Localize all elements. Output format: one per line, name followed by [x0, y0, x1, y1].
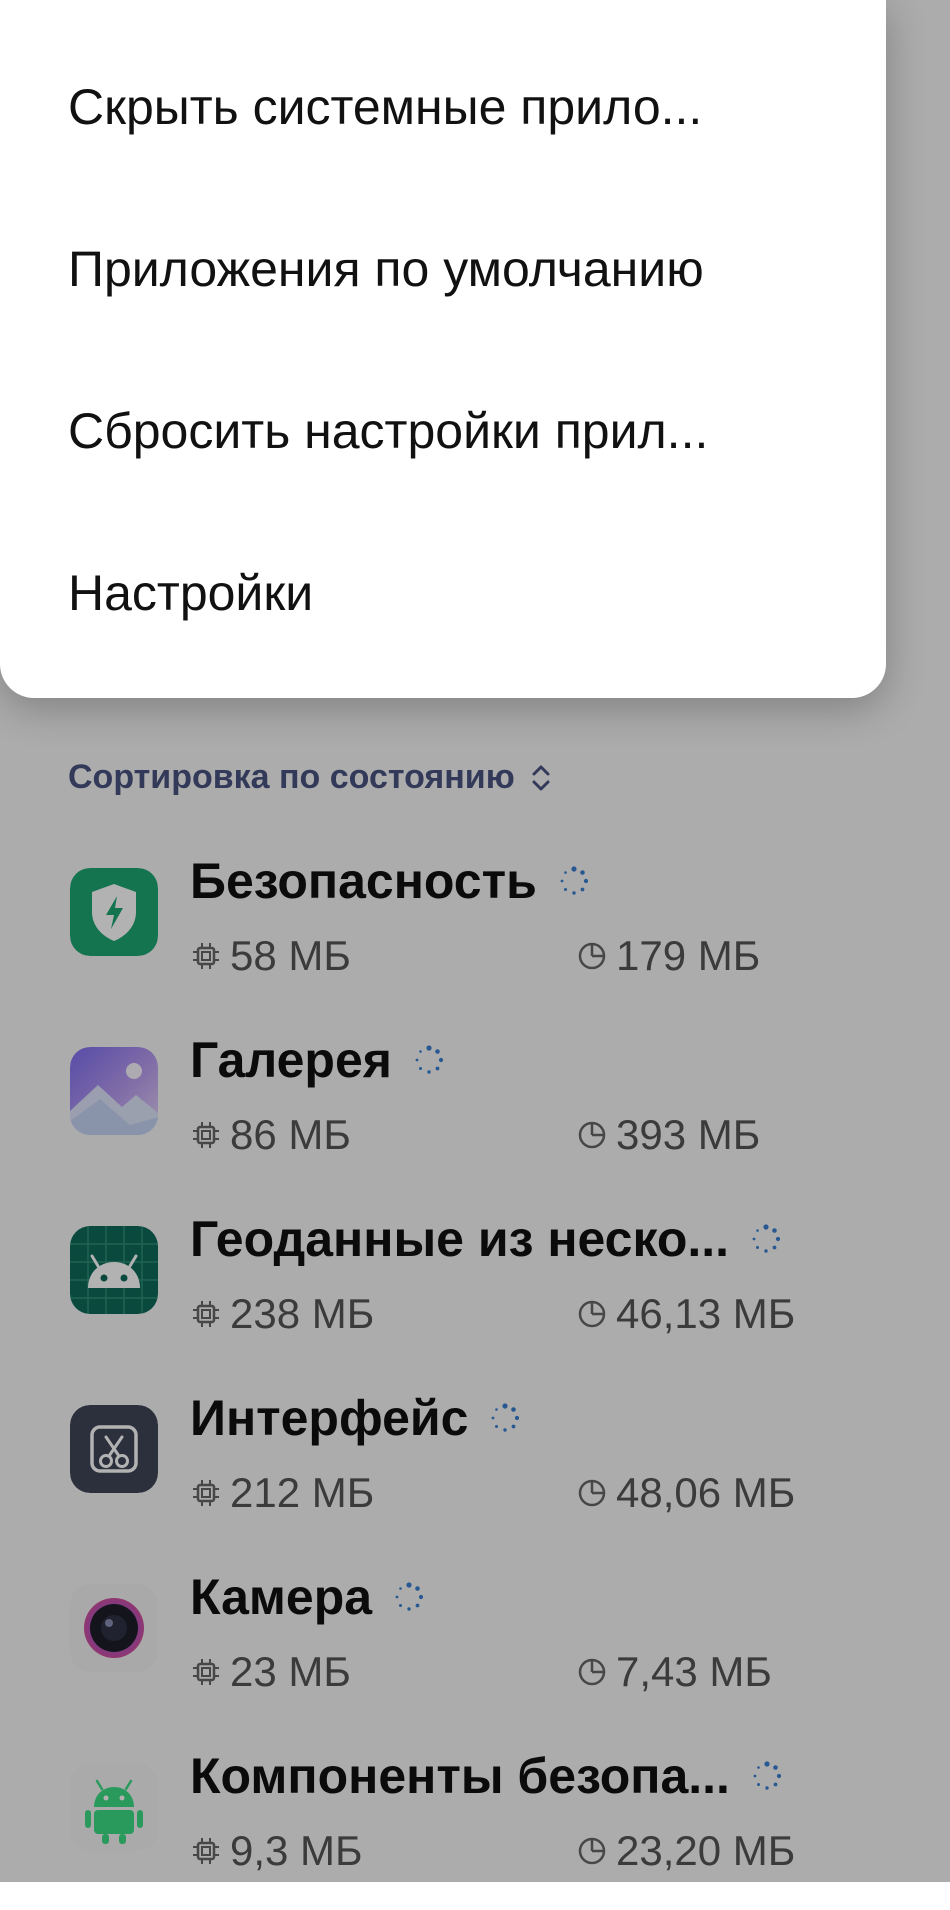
- menu-item-default-apps[interactable]: Приложения по умолчанию: [68, 188, 858, 350]
- menu-item-label: Приложения по умолчанию: [68, 241, 704, 297]
- overflow-menu: Скрыть системные прило... Приложения по …: [0, 0, 886, 698]
- menu-item-reset-app-settings[interactable]: Сбросить настройки прил...: [68, 350, 858, 512]
- menu-item-settings[interactable]: Настройки: [68, 512, 858, 674]
- menu-item-label: Скрыть системные прило...: [68, 79, 703, 135]
- menu-item-label: Настройки: [68, 565, 314, 621]
- menu-item-label: Сбросить настройки прил...: [68, 403, 709, 459]
- menu-item-hide-system-apps[interactable]: Скрыть системные прило...: [68, 26, 858, 188]
